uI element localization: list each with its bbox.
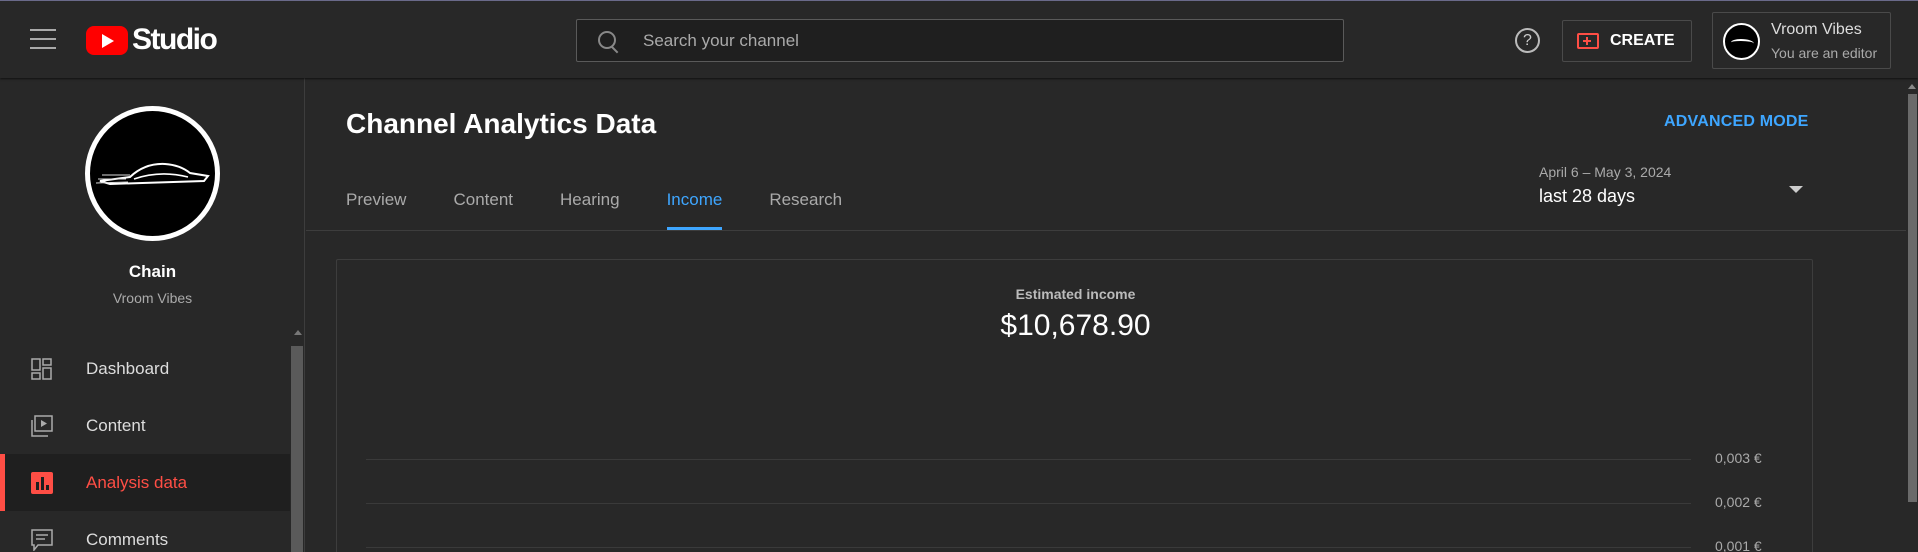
scroll-thumb[interactable] [291,346,303,552]
date-range-period: last 28 days [1539,186,1636,206]
main-scrollbar[interactable] [1906,78,1918,552]
scroll-thumb[interactable] [1908,94,1917,502]
scroll-up-icon[interactable] [1908,84,1916,89]
sidebar-item-label: Comments [86,530,169,549]
profile-name: Chain [128,262,177,281]
content-icon [31,415,53,437]
top-bar: Studio ? CREATE Vroom Vibes You are an e… [0,0,1918,78]
sidebar-nav: Dashboard Content Analysis data Comments [0,340,290,552]
logo-text: Studio [132,23,218,56]
tab-preview[interactable]: Preview [346,190,406,230]
dashboard-icon [31,358,52,380]
analytics-tabs: Preview Content Hearing Income Research [346,190,889,230]
channel-avatar[interactable] [85,106,220,241]
sidebar-item-label: Content [86,416,146,435]
car-logo-icon [95,162,210,186]
chart-gridline [366,459,1691,460]
analytics-icon [31,472,53,494]
account-avatar [1723,23,1760,60]
menu-icon[interactable] [30,29,56,51]
tab-divider [306,230,1906,231]
dropdown-caret-icon [1789,186,1803,193]
advanced-mode-button[interactable]: ADVANCED MODE [1664,113,1809,131]
y-axis-tick: 0,003 € [1715,450,1762,466]
search-icon [597,30,619,52]
search-box[interactable] [576,19,1344,62]
main-content: Channel Analytics Data ADVANCED MODE Pre… [306,78,1918,552]
scroll-up-icon[interactable] [294,330,302,335]
create-button[interactable]: CREATE [1562,20,1692,62]
sidebar-item-dashboard[interactable]: Dashboard [0,340,290,397]
comments-icon [31,529,53,551]
chart-gridline [366,547,1691,548]
date-range-dates: April 6 – May 3, 2024 [1539,164,1672,180]
sidebar-item-analysis-data[interactable]: Analysis data [0,454,290,511]
chart-gridline [366,503,1691,504]
page-title: Channel Analytics Data [346,108,657,139]
channel-name: Vroom Vibes [112,290,193,306]
search-input[interactable] [643,30,1343,51]
account-role: You are an editor [1771,45,1878,61]
sidebar: Chain Vroom Vibes Dashboard Content Anal… [0,78,305,552]
tab-content[interactable]: Content [453,190,513,230]
studio-logo[interactable]: Studio [86,23,218,57]
income-card: Estimated income $10,678.90 0,003 € 0,00… [336,259,1813,552]
create-video-icon [1577,33,1599,49]
youtube-logo-icon [86,25,128,55]
sidebar-scrollbar[interactable] [290,330,305,552]
metric-label: Estimated income [1015,286,1136,302]
sidebar-item-label: Analysis data [86,473,188,492]
create-label: CREATE [1610,32,1675,49]
tab-research[interactable]: Research [769,190,842,230]
account-switcher[interactable]: Vroom Vibes You are an editor [1712,12,1891,69]
sidebar-item-label: Dashboard [86,359,170,378]
sidebar-item-content[interactable]: Content [0,397,290,454]
sidebar-item-comments[interactable]: Comments [0,511,290,552]
y-axis-tick: 0,001 € [1715,538,1762,552]
account-name: Vroom Vibes [1771,21,1862,38]
tab-hearing[interactable]: Hearing [560,190,620,230]
date-range-picker[interactable]: April 6 – May 3, 2024 last 28 days [1539,164,1809,207]
tab-income[interactable]: Income [666,190,722,230]
metric-value: $10,678.90 [1000,309,1151,342]
help-icon[interactable]: ? [1515,28,1540,53]
y-axis-tick: 0,002 € [1715,494,1762,510]
